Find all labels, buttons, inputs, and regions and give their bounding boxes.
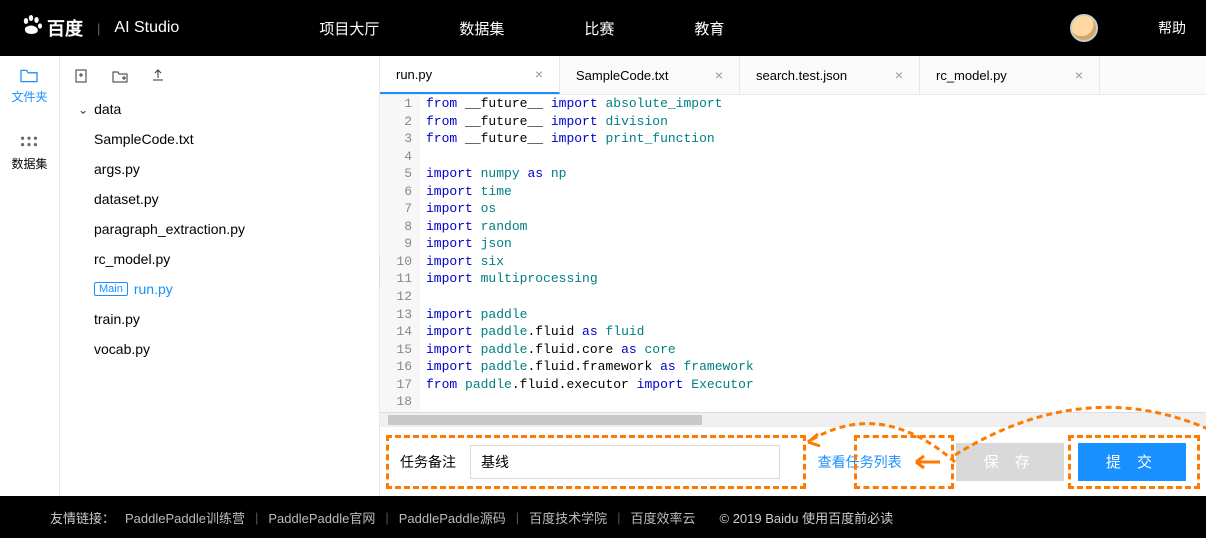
avatar[interactable] (1070, 14, 1098, 42)
new-file-icon[interactable] (74, 68, 90, 84)
close-icon[interactable]: × (715, 67, 723, 83)
file-args[interactable]: args.py (74, 154, 365, 184)
rail-datasets-label: 数据集 (11, 155, 47, 172)
tab-samplecode[interactable]: SampleCode.txt × (560, 56, 740, 94)
file-rc-model[interactable]: rc_model.py (74, 244, 365, 274)
file-dataset[interactable]: dataset.py (74, 184, 365, 214)
nav-education[interactable]: 教育 (694, 18, 724, 39)
folder-data[interactable]: data (74, 94, 365, 124)
rail-datasets[interactable]: 数据集 (11, 135, 47, 172)
editor-tabs: run.py × SampleCode.txt × search.test.js… (380, 56, 1206, 95)
nav-menu: 项目大厅 数据集 比赛 教育 (319, 18, 724, 39)
rail-files-label: 文件夹 (11, 88, 47, 105)
ai-studio-logo[interactable]: AI Studio (114, 19, 179, 37)
view-task-list-link[interactable]: 查看任务列表 (818, 452, 902, 472)
nav-datasets[interactable]: 数据集 (459, 18, 504, 39)
grid-icon (19, 135, 39, 151)
task-note-label: 任务备注 (400, 452, 456, 472)
save-button[interactable]: 保 存 (956, 443, 1064, 481)
main-area: 文件夹 数据集 data SampleCode.txt args.py data… (0, 56, 1206, 496)
logo-divider: | (97, 21, 100, 36)
left-rail: 文件夹 数据集 (0, 56, 60, 496)
tab-label: search.test.json (756, 68, 847, 83)
footer-link-2[interactable]: PaddlePaddle源码 (399, 508, 506, 527)
tab-rc-model[interactable]: rc_model.py × (920, 56, 1100, 94)
editor-area: ◀ run.py × SampleCode.txt × search.test.… (380, 56, 1206, 496)
file-run[interactable]: Main run.py (74, 274, 365, 304)
upload-icon[interactable] (150, 68, 166, 84)
footer-copyright: © 2019 Baidu 使用百度前必读 (720, 508, 894, 527)
nav-competition[interactable]: 比赛 (584, 18, 614, 39)
main-badge: Main (94, 282, 128, 296)
annotation-arrow-close (912, 452, 942, 472)
file-paragraph-extraction[interactable]: paragraph_extraction.py (74, 214, 365, 244)
footer-link-1[interactable]: PaddlePaddle官网 (268, 508, 375, 527)
close-icon[interactable]: × (535, 66, 543, 82)
rail-files[interactable]: 文件夹 (11, 68, 47, 105)
task-note-input[interactable] (470, 445, 780, 479)
nav-project-hall[interactable]: 项目大厅 (319, 18, 379, 39)
close-icon[interactable]: × (895, 67, 903, 83)
file-panel: data SampleCode.txt args.py dataset.py p… (60, 56, 380, 496)
submit-button[interactable]: 提 交 (1078, 443, 1186, 481)
footer-label: 友情链接： (50, 508, 115, 527)
baidu-logo-text: 百度 (47, 15, 83, 41)
baidu-logo[interactable]: 百度 (20, 13, 83, 43)
logo-area: 百度 | AI Studio (20, 13, 179, 43)
horizontal-scrollbar[interactable] (380, 412, 1206, 426)
file-samplecode[interactable]: SampleCode.txt (74, 124, 365, 154)
scrollbar-thumb[interactable] (388, 415, 702, 425)
top-header: 百度 | AI Studio 项目大厅 数据集 比赛 教育 帮助 (0, 0, 1206, 56)
bottom-bar: 任务备注 查看任务列表 保 存 提 交 (380, 426, 1206, 496)
help-link[interactable]: 帮助 (1158, 18, 1186, 38)
footer-link-3[interactable]: 百度技术学院 (529, 508, 607, 527)
header-right: 帮助 (1070, 14, 1186, 42)
footer: 友情链接： PaddlePaddle训练营| PaddlePaddle官网| P… (0, 496, 1206, 538)
tab-label: SampleCode.txt (576, 68, 669, 83)
folder-icon (19, 68, 39, 84)
footer-link-4[interactable]: 百度效率云 (631, 508, 696, 527)
tab-search-test[interactable]: search.test.json × (740, 56, 920, 94)
new-folder-icon[interactable] (112, 68, 128, 84)
tab-label: run.py (396, 67, 432, 82)
file-list: data SampleCode.txt args.py dataset.py p… (60, 94, 379, 364)
file-vocab[interactable]: vocab.py (74, 334, 365, 364)
file-train[interactable]: train.py (74, 304, 365, 334)
close-icon[interactable]: × (1075, 67, 1083, 83)
paw-icon (20, 13, 44, 43)
file-run-label: run.py (134, 281, 173, 297)
tab-run[interactable]: run.py × (380, 56, 560, 94)
tab-label: rc_model.py (936, 68, 1007, 83)
code-editor[interactable]: 1from __future__ import absolute_import2… (380, 95, 1206, 412)
footer-link-0[interactable]: PaddlePaddle训练营 (125, 508, 245, 527)
file-toolbar (60, 64, 379, 94)
